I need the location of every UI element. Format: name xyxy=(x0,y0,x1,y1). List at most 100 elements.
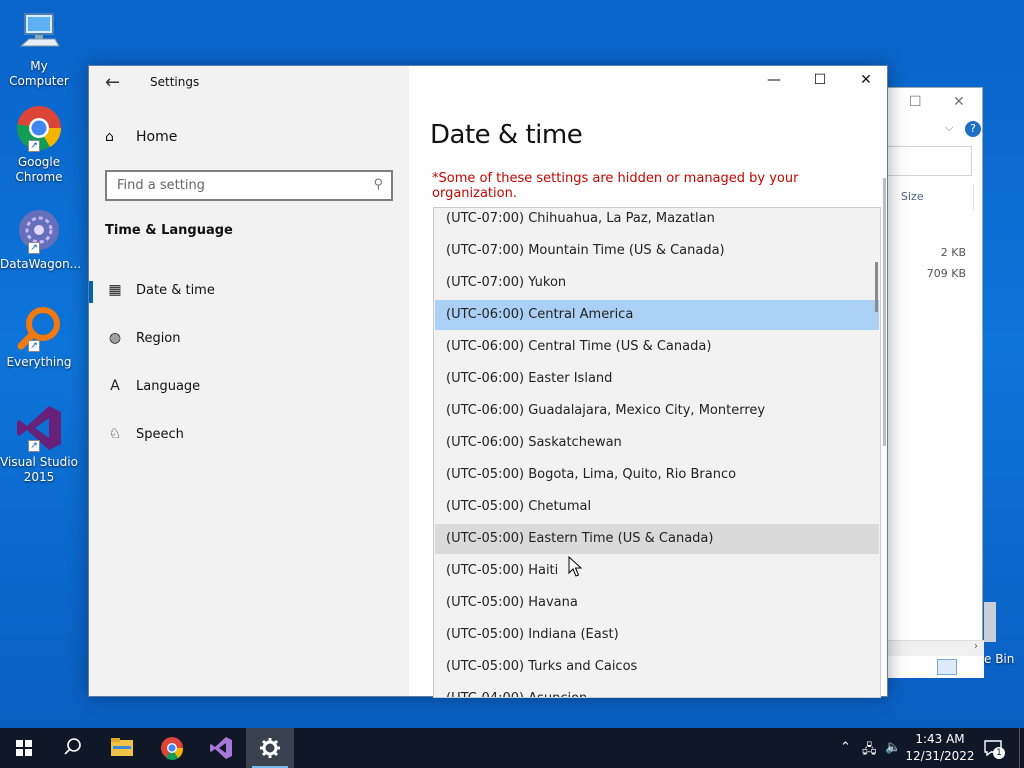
microphone-icon: ♘ xyxy=(108,426,122,442)
help-icon[interactable]: ? xyxy=(965,121,981,137)
page-scrollbar[interactable] xyxy=(883,178,886,446)
taskbar-search-button[interactable] xyxy=(48,728,96,768)
clock-date: 12/31/2022 xyxy=(905,749,975,763)
timezone-option[interactable]: (UTC-05:00) Turks and Caicos xyxy=(435,652,879,682)
horizontal-scrollbar[interactable]: › xyxy=(887,640,984,656)
column-divider xyxy=(973,184,974,210)
nav-item-speech[interactable]: ♘ Speech xyxy=(89,415,409,455)
find-setting-search[interactable]: ⚲ xyxy=(105,170,393,201)
timezone-option[interactable]: (UTC-05:00) Bogota, Lima, Quito, Rio Bra… xyxy=(435,460,879,490)
shortcut-arrow-icon: ↗ xyxy=(28,440,40,452)
maximize-icon[interactable]: ☐ xyxy=(909,94,922,110)
search-input[interactable] xyxy=(107,172,347,199)
nav-item-label: Speech xyxy=(136,427,184,442)
desktop-icon-label: DataWagon... xyxy=(0,257,82,271)
visual-studio-icon: ↗ xyxy=(15,404,63,452)
shortcut-arrow-icon: ↗ xyxy=(28,340,40,352)
timezone-option[interactable]: (UTC-07:00) Mountain Time (US & Canada) xyxy=(435,236,879,266)
file-explorer-icon xyxy=(111,738,133,756)
timezone-option[interactable]: (UTC-05:00) Havana xyxy=(435,588,879,618)
desktop-icon-label: Everything xyxy=(6,355,72,369)
large-icons-view-icon[interactable] xyxy=(959,659,979,675)
home-icon: ⌂ xyxy=(105,129,114,145)
settings-window[interactable]: ← Settings ⌂ Home ⚲ Time & Language ▦ Dat… xyxy=(88,65,889,698)
desktop-icon-visual-studio[interactable]: ↗ Visual Studio 2015 xyxy=(0,404,78,485)
timezone-option-selected[interactable]: (UTC-06:00) Central America xyxy=(435,300,879,330)
nav-item-label: Language xyxy=(136,379,201,394)
language-icon: A xyxy=(110,378,120,394)
nav-item-label: Region xyxy=(136,331,181,346)
close-icon[interactable]: ✕ xyxy=(843,72,889,88)
desktop-icon-google-chrome[interactable]: ↗ Google Chrome xyxy=(0,104,78,185)
search-icon xyxy=(64,738,81,755)
visual-studio-icon xyxy=(210,737,232,759)
shortcut-arrow-icon: ↗ xyxy=(28,242,40,254)
notification-badge: 1 xyxy=(993,747,1005,759)
globe-icon: ◍ xyxy=(108,330,122,346)
taskbar-visual-studio[interactable] xyxy=(197,728,245,768)
desktop-icon-label: e Bin xyxy=(984,652,1015,666)
settings-sidebar: ← Settings ⌂ Home ⚲ Time & Language ▦ Dat… xyxy=(89,66,409,696)
timezone-option[interactable]: (UTC-04:00) Asuncion xyxy=(435,684,879,697)
timezone-option[interactable]: (UTC-07:00) Yukon xyxy=(435,268,879,298)
start-button[interactable] xyxy=(0,728,48,768)
desktop-icon-label: Google Chrome xyxy=(15,155,63,184)
taskbar-chrome[interactable] xyxy=(148,728,196,768)
minimize-icon[interactable]: — xyxy=(751,72,797,88)
explorer-status-bar xyxy=(887,656,984,678)
nav-item-date-time[interactable]: ▦ Date & time xyxy=(89,271,409,311)
timezone-option[interactable]: (UTC-05:00) Indiana (East) xyxy=(435,620,879,650)
nav-home-label: Home xyxy=(136,129,178,145)
start-icon xyxy=(16,740,32,756)
close-icon[interactable]: ✕ xyxy=(953,94,965,110)
timezone-option[interactable]: (UTC-07:00) Chihuahua, La Paz, Mazatlan xyxy=(435,208,879,234)
calendar-clock-icon: ▦ xyxy=(108,282,122,298)
mouse-cursor-icon xyxy=(568,556,583,577)
shortcut-arrow-icon: ↗ xyxy=(28,140,40,152)
datawagon-icon: ↗ xyxy=(15,206,63,254)
nav-item-language[interactable]: A Language xyxy=(89,367,409,407)
network-icon[interactable]: 🖧 xyxy=(862,740,877,762)
page-title: Date & time xyxy=(430,120,583,150)
size-column-header[interactable]: Size xyxy=(901,190,924,203)
timezone-option[interactable]: (UTC-06:00) Saskatchewan xyxy=(435,428,879,458)
desktop-icon-datawagon[interactable]: ↗ DataWagon... xyxy=(0,206,82,272)
chevron-down-icon[interactable]: ⌵ xyxy=(945,121,953,135)
timezone-option[interactable]: (UTC-05:00) Chetumal xyxy=(435,492,879,522)
taskbar-file-explorer[interactable] xyxy=(98,728,146,768)
recycle-bin-icon xyxy=(984,602,996,642)
taskbar-clock[interactable]: 1:43 AM 12/31/2022 xyxy=(905,731,975,765)
timezone-option[interactable]: (UTC-06:00) Central Time (US & Canada) xyxy=(435,332,879,362)
explorer-window[interactable]: ☐ ✕ ⌵ ? Size 2 KB 709 KB › xyxy=(886,87,984,678)
file-size: 709 KB xyxy=(926,267,966,280)
desktop-icon-label: Visual Studio 2015 xyxy=(0,455,78,484)
timezone-option[interactable]: (UTC-06:00) Guadalajara, Mexico City, Mo… xyxy=(435,396,879,426)
back-arrow-icon[interactable]: ← xyxy=(105,72,120,93)
settings-gear-icon xyxy=(260,738,280,758)
managed-warning: *Some of these settings are hidden or ma… xyxy=(432,171,799,201)
desktop-icon-my-computer[interactable]: My Computer xyxy=(0,8,78,89)
nav-item-label: Date & time xyxy=(136,283,215,298)
taskbar-settings[interactable] xyxy=(246,728,294,768)
maximize-icon[interactable]: ☐ xyxy=(797,72,843,88)
timezone-option-hovered[interactable]: (UTC-05:00) Eastern Time (US & Canada) xyxy=(435,524,879,554)
chevron-up-icon[interactable]: ⌃ xyxy=(840,740,851,755)
chrome-icon xyxy=(161,737,184,760)
computer-icon xyxy=(15,8,63,56)
volume-icon[interactable]: 🔈 xyxy=(885,740,901,755)
details-view-icon[interactable] xyxy=(937,659,957,675)
show-desktop-button[interactable] xyxy=(1019,728,1024,768)
nav-item-region[interactable]: ◍ Region xyxy=(89,319,409,359)
dropdown-scrollbar[interactable] xyxy=(875,262,878,312)
timezone-option[interactable]: (UTC-05:00) Haiti xyxy=(435,556,879,586)
app-title: Settings xyxy=(150,75,200,89)
nav-home[interactable]: ⌂ Home xyxy=(105,129,177,145)
desktop-icon-everything[interactable]: ↗ Everything xyxy=(0,304,78,370)
explorer-search-box[interactable] xyxy=(887,146,972,176)
everything-search-icon: ↗ xyxy=(15,304,63,352)
timezone-option[interactable]: (UTC-06:00) Easter Island xyxy=(435,364,879,394)
desktop-icon-label: My Computer xyxy=(9,59,69,88)
timezone-dropdown-list[interactable]: (UTC-07:00) Chihuahua, La Paz, Mazatlan … xyxy=(433,207,881,698)
search-icon: ⚲ xyxy=(373,177,383,192)
notification-center-button[interactable]: 1 xyxy=(983,738,1005,759)
